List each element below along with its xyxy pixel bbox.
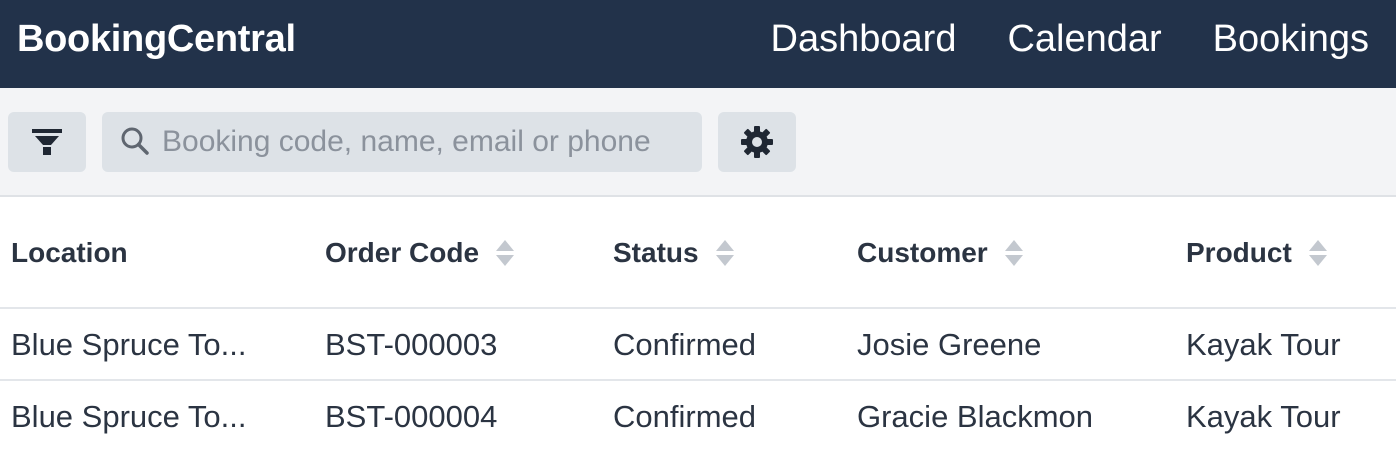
toolbar [0,88,1396,197]
cell-status: Confirmed [613,399,756,434]
cell-customer: Josie Greene [857,327,1042,362]
nav-calendar[interactable]: Calendar [1007,18,1161,61]
column-header-customer[interactable]: Customer [857,237,1024,269]
top-navbar: BookingCentral Dashboard Calendar Bookin… [0,0,1396,88]
cell-product: Kayak Tour [1186,399,1341,434]
cell-product: Kayak Tour [1186,327,1341,362]
column-header-location: Location [11,237,128,268]
search-box [102,112,702,172]
app-brand[interactable]: BookingCentral [17,18,296,61]
cell-location: Blue Spruce To... [11,399,247,434]
table-row[interactable]: Blue Spruce To... BST-000004 Confirmed G… [0,381,1396,453]
search-input[interactable] [162,112,692,172]
column-header-status[interactable]: Status [613,237,735,269]
settings-button[interactable] [718,112,796,172]
filter-icon [32,129,62,155]
column-header-product[interactable]: Product [1186,237,1328,269]
cell-order-code[interactable]: BST-000003 [325,327,497,363]
cell-customer: Gracie Blackmon [857,399,1094,434]
nav-dashboard[interactable]: Dashboard [771,18,957,61]
table-header: Location Order Code Status Customer Prod… [0,197,1396,309]
sort-icon [496,240,515,266]
nav-bookings[interactable]: Bookings [1213,18,1369,61]
gear-icon [741,126,773,158]
main-nav: Dashboard Calendar Bookings [771,18,1396,61]
cell-location: Blue Spruce To... [11,327,247,362]
search-icon [121,127,149,155]
cell-status: Confirmed [613,327,756,362]
sort-icon [1004,240,1023,266]
column-header-order-code[interactable]: Order Code [325,237,515,269]
sort-icon [1308,240,1327,266]
cell-order-code[interactable]: BST-000004 [325,399,497,435]
table-row[interactable]: Blue Spruce To... BST-000003 Confirmed J… [0,309,1396,381]
sort-icon [715,240,734,266]
filter-button[interactable] [8,112,86,172]
